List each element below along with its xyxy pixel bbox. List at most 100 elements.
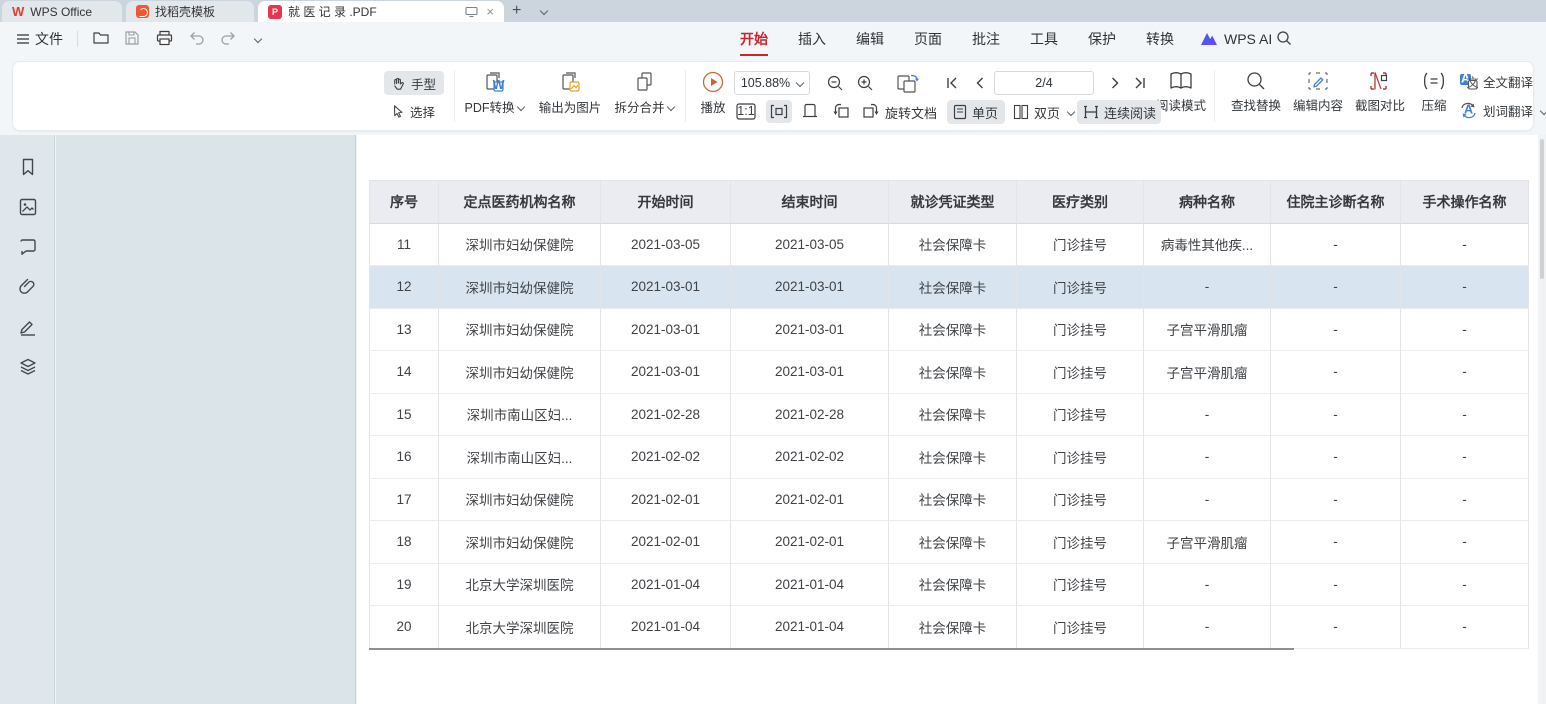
single-page-label: 单页 [972, 103, 998, 122]
play-label: 播放 [700, 97, 725, 116]
tab-label: WPS Office [30, 5, 92, 19]
save-icon[interactable] [124, 30, 142, 48]
table-cell: 门诊挂号 [1017, 564, 1144, 607]
ribbon-tab-工具[interactable]: 工具 [1030, 22, 1058, 56]
table-cell: - [1144, 266, 1271, 309]
full-translate-label: 全文翻译 [1483, 72, 1533, 91]
export-image-button[interactable]: 输出为图片 [533, 70, 607, 116]
table-header-cell: 序号 [369, 181, 439, 224]
table-cell: - [1271, 606, 1401, 649]
ribbon-tab-批注[interactable]: 批注 [972, 22, 1000, 56]
print-icon[interactable] [156, 30, 174, 48]
redo-icon[interactable] [220, 30, 238, 48]
table-cell: 19 [369, 564, 439, 607]
ribbon-tab-保护[interactable]: 保护 [1088, 22, 1116, 56]
compress-label: 压缩 [1421, 95, 1446, 114]
rotate-pages-icon[interactable] [895, 72, 921, 94]
zoom-out-icon[interactable] [826, 74, 844, 92]
table-header-cell: 医疗类别 [1017, 181, 1144, 224]
page-number-input[interactable]: 2/4 [994, 71, 1094, 95]
search-icon[interactable] [1276, 30, 1292, 46]
edit-content-button[interactable]: 编辑内容 [1287, 70, 1349, 114]
select-tool-label: 选择 [410, 102, 435, 121]
table-cell: 2021-02-02 [731, 436, 889, 479]
medical-records-table: 序号定点医药机构名称开始时间结束时间就诊凭证类型医疗类别病种名称住院主诊断名称手… [369, 180, 1529, 649]
ribbon-tab-转换[interactable]: 转换 [1146, 22, 1174, 56]
svg-text:文: 文 [1467, 75, 1478, 90]
table-cell: 子宫平滑肌瘤 [1144, 309, 1271, 352]
file-menu-button[interactable]: 文件 [16, 29, 63, 49]
pdf-page[interactable]: 序号定点医药机构名称开始时间结束时间就诊凭证类型医疗类别病种名称住院主诊断名称手… [357, 135, 1546, 704]
tab-docer-templates[interactable]: 找稻壳模板 [126, 1, 254, 22]
open-file-icon[interactable] [92, 30, 110, 48]
wps-ai-logo-icon [1200, 32, 1218, 46]
table-cell: - [1271, 479, 1401, 522]
navigation-panel[interactable] [56, 135, 356, 704]
hand-tool-label: 手型 [411, 74, 436, 93]
next-page-icon[interactable] [1108, 76, 1122, 90]
thumbnail-icon[interactable] [18, 197, 38, 217]
vertical-scrollbar[interactable] [1538, 135, 1546, 704]
table-cell: 17 [369, 479, 439, 522]
continuous-read-label: 连续阅读 [1104, 103, 1156, 122]
table-header-cell: 定点医药机构名称 [439, 181, 601, 224]
tab-medical-record-pdf[interactable]: P 就 医 记 录 .PDF × [258, 1, 504, 22]
table-cell: 2021-01-04 [731, 606, 889, 649]
ribbon-tab-插入[interactable]: 插入 [798, 22, 826, 56]
wps-ai-button[interactable]: WPS AI [1200, 22, 1272, 56]
scrollbar-thumb[interactable] [1540, 139, 1544, 279]
bookmark-icon[interactable] [18, 157, 38, 177]
hand-tool-button[interactable]: 手型 [384, 71, 444, 95]
docer-logo-icon [136, 5, 149, 18]
table-cell: 社会保障卡 [889, 266, 1017, 309]
rotate-left-icon[interactable] [831, 102, 851, 119]
attachment-icon[interactable] [18, 277, 38, 297]
word-translate-button[interactable]: A 划词翻译 [1459, 101, 1546, 120]
table-cell: - [1401, 351, 1529, 394]
continuous-read-button[interactable]: 连续阅读 [1077, 100, 1161, 124]
first-page-icon[interactable] [945, 76, 959, 90]
compress-button[interactable]: 压缩 [1411, 70, 1457, 114]
table-cell: 社会保障卡 [889, 436, 1017, 479]
play-icon [701, 70, 725, 94]
new-tab-button[interactable]: + [512, 0, 521, 22]
single-page-icon [953, 104, 967, 120]
single-page-button[interactable]: 单页 [947, 100, 1005, 124]
table-cell: 门诊挂号 [1017, 266, 1144, 309]
fit-width-icon[interactable] [766, 100, 792, 123]
actual-size-icon[interactable]: 1:1 [736, 103, 756, 120]
layers-icon[interactable] [18, 357, 38, 377]
table-cell: 2021-02-01 [731, 521, 889, 564]
rotate-right-icon[interactable] [861, 102, 881, 119]
fit-page-icon[interactable] [801, 103, 819, 118]
select-tool-button[interactable]: 选择 [384, 99, 444, 123]
comment-icon[interactable] [18, 237, 38, 257]
screenshot-compare-icon [1368, 70, 1392, 92]
rotate-doc-button[interactable]: 旋转文档 [885, 103, 937, 122]
table-cell: 2021-03-05 [601, 224, 731, 267]
table-cell: - [1144, 479, 1271, 522]
zoom-in-icon[interactable] [856, 74, 874, 92]
pdf-convert-button[interactable]: W PDF转换 [459, 70, 529, 116]
split-merge-button[interactable]: 拆分合并 [611, 70, 677, 116]
monitor-icon[interactable] [465, 6, 478, 18]
prev-page-icon[interactable] [973, 76, 987, 90]
full-translate-button[interactable]: A文 全文翻译 [1459, 72, 1533, 91]
ribbon-tab-编辑[interactable]: 编辑 [856, 22, 884, 56]
more-actions-chevron-icon[interactable] [254, 35, 262, 43]
screenshot-compare-button[interactable]: 截图对比 [1349, 70, 1411, 114]
play-button[interactable]: 播放 [691, 70, 735, 116]
last-page-icon[interactable] [1133, 76, 1147, 90]
ribbon-tab-开始[interactable]: 开始 [740, 22, 768, 56]
find-replace-button[interactable]: 查找替换 [1225, 70, 1287, 114]
signature-icon[interactable] [18, 317, 38, 337]
close-tab-icon[interactable]: × [486, 4, 494, 19]
find-replace-label: 查找替换 [1231, 95, 1281, 114]
ribbon-tab-页面[interactable]: 页面 [914, 22, 942, 56]
undo-icon[interactable] [188, 30, 206, 48]
tab-list-chevron-icon[interactable] [540, 7, 548, 15]
double-page-button[interactable]: 双页 [1013, 100, 1074, 124]
zoom-level-select[interactable]: 105.88% [734, 71, 810, 95]
hamburger-icon [16, 33, 30, 45]
tab-wps-office[interactable]: W WPS Office [2, 1, 122, 22]
